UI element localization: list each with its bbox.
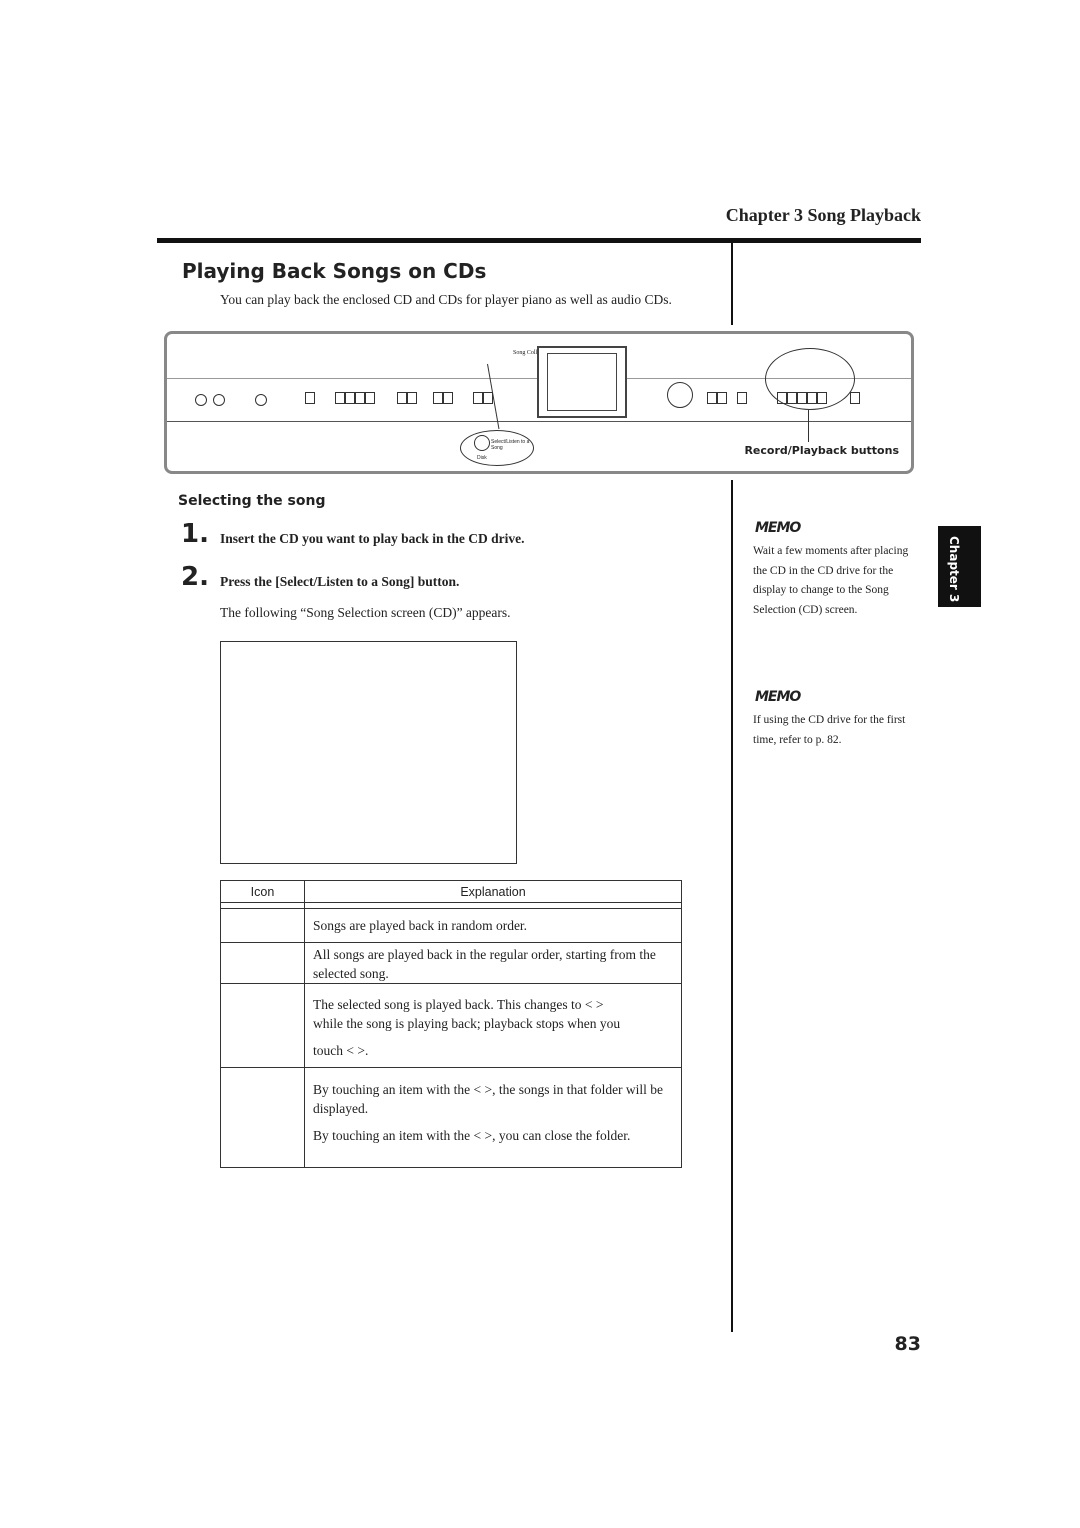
knob-icon [255,394,267,406]
memo-text: If using the CD drive for the first time… [753,714,906,746]
section-title: Playing Back Songs on CDs [182,259,487,283]
memo-text: Wait a few moments after placing the CD … [753,545,909,616]
table-header: Icon Explanation [220,880,682,903]
select-listen-label: Select/Listen to a Song [491,439,530,451]
header-icon: Icon [220,880,305,903]
step-number: 2. [181,562,209,592]
callout-line [808,410,809,442]
chapter-tab-label: Chapter 3 [947,536,961,603]
column-divider [731,480,733,1332]
explanation: The selected song is played back. This c… [313,997,604,1012]
subsection-title: Selecting the song [178,493,326,509]
song-selection-screen-image [220,641,517,864]
table-row: Songs are played back in random order. [220,908,682,943]
panel-button [335,392,345,404]
icon-table: Icon Explanation Songs are played back i… [220,880,682,1168]
knob-icon [195,394,207,406]
table-row: The selected song is played back. This c… [220,983,682,1068]
panel-button [397,392,407,404]
step-number: 1. [181,519,209,549]
explanation: By touching an item with the < >, you ca… [313,1128,631,1143]
panel-illustration: Song Collection Select/Listen to a Song … [164,331,914,474]
table-row: All songs are played back in the regular… [220,942,682,984]
explanation: touch < >. [313,1043,369,1058]
table-row: By touching an item with the < >, the so… [220,1067,682,1168]
chapter-tab: Chapter 3 [938,526,981,607]
page-number: 83 [894,1333,921,1355]
record-playback-callout [765,348,855,410]
record-playback-label: Record/Playback buttons [744,444,899,457]
memo-icon: MEMO [755,520,801,536]
panel-button [433,392,443,404]
explanation: Songs are played back in random order. [313,918,528,933]
panel-button [707,392,717,404]
step-text: Insert the CD you want to play back in t… [220,531,525,546]
select-listen-button-icon [474,435,490,451]
memo-icon: MEMO [755,689,801,705]
panel-button [345,392,355,404]
panel-button [473,392,483,404]
panel-button [365,392,375,404]
explanation: All songs are played back in the regular… [313,947,656,981]
explanation: By touching an item with the < >, the so… [313,1082,664,1116]
explanation: while the song is playing back; playback… [313,1016,621,1031]
column-divider [731,243,733,325]
disk-label: Disk [477,455,487,461]
panel-button [443,392,453,404]
knob-icon [213,394,225,406]
panel-button [850,392,860,404]
follow-text: The following “Song Selection screen (CD… [220,605,511,620]
header-explanation: Explanation [304,880,682,903]
step-text: Press the [Select/Listen to a Song] butt… [220,574,460,589]
chapter-header: Chapter 3 Song Playback [725,205,921,225]
intro-text: You can play back the enclosed CD and CD… [220,292,672,307]
header-rule [157,238,921,243]
panel-button [717,392,727,404]
panel-button [407,392,417,404]
dial-icon [667,382,693,408]
display-screen [537,346,627,418]
panel-button [737,392,747,404]
select-listen-callout: Select/Listen to a Song Disk [460,430,534,466]
panel-button [355,392,365,404]
panel-button [305,392,315,404]
